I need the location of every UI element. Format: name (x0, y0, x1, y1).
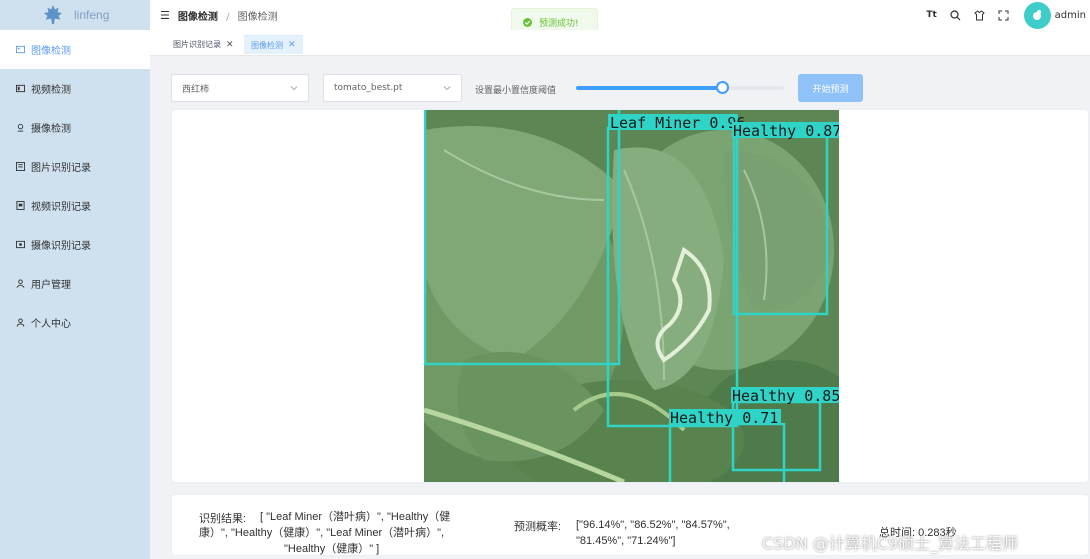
breadcrumb-separator: / (226, 11, 230, 23)
watermark: CSDN @计算机C9硕士_算法工程师 (762, 534, 1019, 553)
tags-view: 图片识别记录 ✕ 图像检测 ✕ (150, 30, 1090, 56)
crop-select[interactable]: 西红柿 (171, 74, 309, 102)
toast-message: 预测成功! (539, 18, 579, 29)
detection-result-image: Leaf Miner 0.96 Healthy 0.87 Healthy 0.8… (424, 110, 839, 482)
sidebar-item-label: 摄像检测 (31, 124, 71, 135)
theme-shirt-icon[interactable] (968, 9, 992, 21)
slider-handle[interactable] (715, 81, 729, 94)
result-line-1: [ "Leaf Miner（潜叶病）", "Healthy（健 (260, 511, 451, 523)
sidebar-item-camera-detect[interactable]: 摄像检测 (0, 108, 150, 147)
detection-label: Healthy 0.85 (732, 387, 839, 405)
fullscreen-icon[interactable] (992, 10, 1016, 21)
record-icon (16, 162, 25, 171)
breadcrumb-item: 图像检测 (237, 11, 278, 23)
camera-icon (17, 123, 24, 132)
sidebar-item-profile[interactable]: 个人中心 (0, 303, 150, 342)
probability-label: 预测概率: (514, 521, 562, 533)
sidebar-item-label: 图像检测 (31, 46, 71, 57)
detection-label: Healthy 0.87 (733, 122, 839, 140)
sidebar-item-camera-records[interactable]: 摄像识别记录 (0, 225, 150, 264)
sidebar-item-video-detect[interactable]: 视频检测 (0, 69, 150, 108)
tag-image-detect[interactable]: 图像检测 ✕ (244, 35, 303, 54)
image-icon (16, 45, 25, 54)
detection-label: Leaf Miner 0.96 (610, 114, 745, 132)
tag-label: 图片识别记录 (173, 40, 221, 49)
top-navbar: ☰ 图像检测 / 图像检测 Tt admin (150, 0, 1090, 30)
sidebar-item-video-records[interactable]: 视频识别记录 (0, 186, 150, 225)
result-line-3: "Healthy（健康）" ] (284, 543, 380, 555)
close-icon[interactable]: ✕ (226, 40, 234, 50)
detection-controls: 西红柿 tomato_best.pt 设置最小置信度阈值 开始预测 (150, 56, 1090, 108)
breadcrumb-item[interactable]: 图像检测 (178, 12, 218, 23)
chevron-down-icon (290, 86, 298, 91)
sidebar-item-label: 视频识别记录 (31, 202, 91, 213)
tag-image-records[interactable]: 图片识别记录 ✕ (166, 35, 241, 54)
person-icon (16, 318, 25, 327)
camera-record-icon (16, 240, 25, 249)
crop-select-value: 西红柿 (182, 84, 210, 95)
sidebar-item-image-detect[interactable]: 图像检测 (0, 30, 150, 69)
brand[interactable]: linfeng (0, 0, 150, 30)
sidebar-item-label: 个人中心 (31, 319, 71, 330)
hamburger-menu-icon[interactable]: ☰ (160, 9, 170, 22)
font-size-icon[interactable]: Tt (920, 10, 944, 20)
confidence-label: 设置最小置信度阈值 (475, 86, 557, 96)
video-icon (16, 84, 25, 93)
breadcrumb: 图像检测 / 图像检测 (178, 8, 278, 23)
result-label: 识别结果: (199, 513, 247, 525)
close-icon[interactable]: ✕ (288, 40, 296, 50)
result-line-2: 康）", "Healthy（健康）", "Leaf Miner（潜叶病）", (199, 527, 445, 539)
maple-leaf-logo-icon (43, 4, 63, 25)
sidebar-item-user-management[interactable]: 用户管理 (0, 264, 150, 303)
header-tools: Tt admin (920, 0, 1090, 30)
brand-name: linfeng (74, 8, 110, 22)
username[interactable]: admin (1055, 10, 1086, 21)
leaf-photo: Leaf Miner 0.96 Healthy 0.87 Healthy 0.8… (424, 110, 839, 482)
sidebar-item-label: 图片识别记录 (31, 163, 91, 174)
detection-label: Healthy 0.71 (670, 409, 778, 427)
probability-line-1: ["96.14%", "86.52%", "84.57%", (576, 519, 730, 531)
start-predict-button[interactable]: 开始预测 (798, 74, 863, 102)
slider-track-fill (576, 86, 722, 90)
sidebar-item-label: 摄像识别记录 (31, 241, 91, 252)
search-icon[interactable] (944, 9, 968, 21)
confidence-slider[interactable] (576, 81, 784, 94)
sidebar-item-label: 用户管理 (31, 280, 71, 291)
user-icon (16, 279, 25, 288)
check-circle-icon (523, 17, 532, 27)
video-record-icon (16, 201, 25, 210)
model-select[interactable]: tomato_best.pt (323, 74, 462, 102)
model-select-value: tomato_best.pt (334, 83, 403, 93)
tag-label: 图像检测 (251, 40, 283, 50)
sidebar-item-image-records[interactable]: 图片识别记录 (0, 147, 150, 186)
sidebar: linfeng 图像检测 视频检测 摄像检测 图片识别记录 视频识别记录 摄像识… (0, 0, 150, 559)
avatar[interactable] (1023, 1, 1051, 29)
probability-line-2: "81.45%", "71.24%"] (576, 535, 676, 547)
sidebar-item-label: 视频检测 (31, 85, 71, 96)
chevron-down-icon (443, 86, 451, 91)
